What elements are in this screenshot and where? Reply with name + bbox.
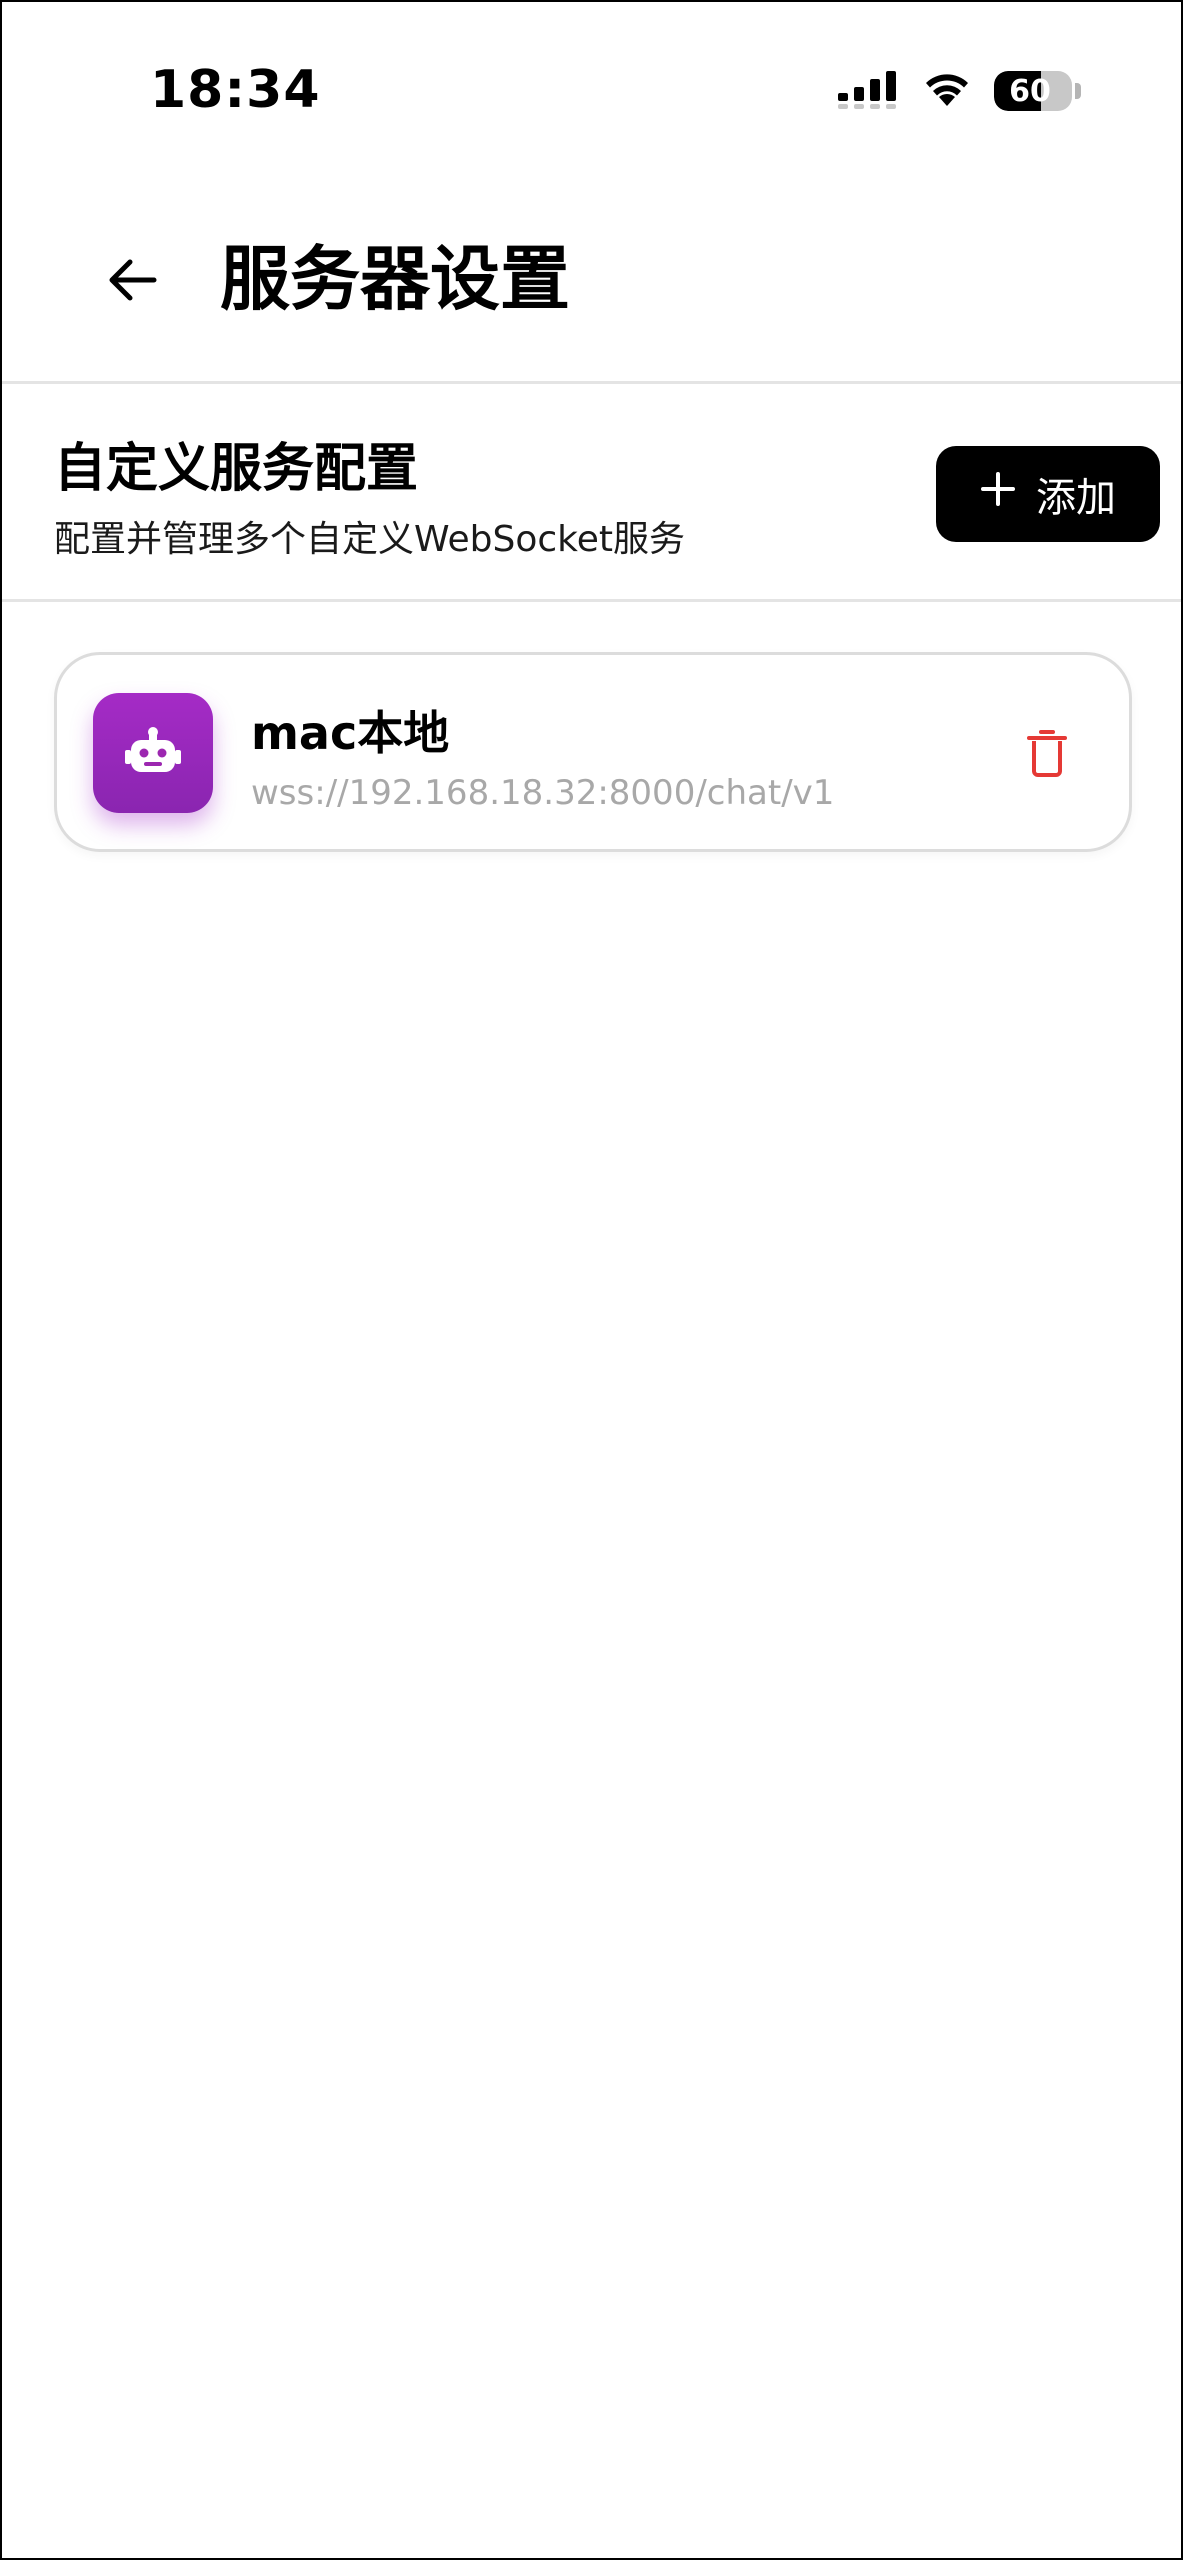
add-server-button[interactable]: 添加	[936, 446, 1160, 542]
status-icons: 60	[838, 68, 1081, 114]
trash-icon	[1027, 729, 1067, 781]
section-title: 自定义服务配置	[54, 439, 419, 499]
back-button[interactable]	[92, 242, 172, 322]
status-bar: 18:34 60	[2, 2, 1181, 182]
battery-level: 60	[1009, 73, 1051, 109]
add-button-label: 添加	[1036, 475, 1116, 521]
section-subtitle: 配置并管理多个自定义WebSocket服务	[54, 519, 685, 560]
app-bar: 服务器设置	[2, 182, 1181, 384]
plus-icon	[980, 471, 1016, 517]
section-header: 自定义服务配置 配置并管理多个自定义WebSocket服务 添加	[2, 384, 1181, 602]
server-name: mac本地	[251, 706, 450, 760]
server-url: wss://192.168.18.32:8000/chat/v1	[251, 773, 835, 813]
page-title: 服务器设置	[220, 238, 570, 320]
back-arrow-icon	[106, 258, 158, 306]
robot-icon	[125, 726, 181, 780]
delete-server-button[interactable]	[1015, 723, 1079, 787]
battery-indicator: 60	[994, 71, 1072, 111]
wifi-icon	[922, 70, 972, 112]
server-avatar	[93, 693, 213, 813]
status-time: 18:34	[150, 60, 321, 120]
signal-icon	[838, 69, 900, 113]
battery-icon: 60	[994, 71, 1081, 111]
battery-cap	[1075, 83, 1081, 99]
server-card[interactable]: mac本地 wss://192.168.18.32:8000/chat/v1	[54, 652, 1132, 852]
